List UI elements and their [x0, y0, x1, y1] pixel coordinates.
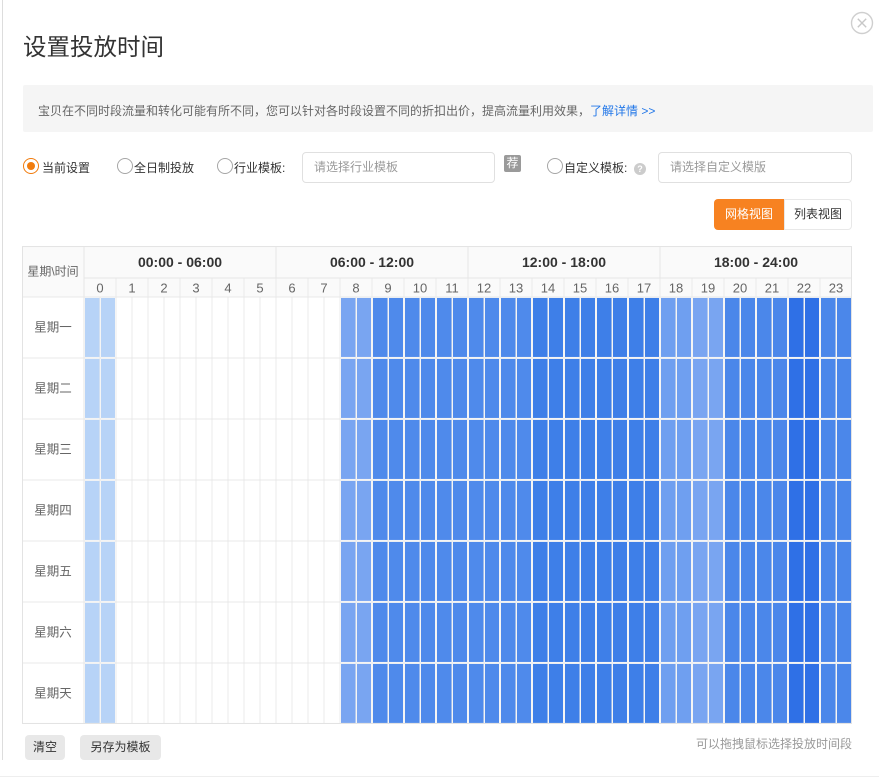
- svg-text:0: 0: [96, 281, 103, 296]
- svg-text:星期六: 星期六: [34, 625, 72, 639]
- svg-text:星期五: 星期五: [34, 564, 72, 578]
- svg-text:19: 19: [701, 281, 715, 296]
- svg-text:星期四: 星期四: [34, 503, 72, 517]
- svg-text:11: 11: [445, 281, 459, 296]
- svg-text:23: 23: [829, 281, 843, 296]
- svg-text:14: 14: [541, 281, 555, 296]
- svg-text:4: 4: [224, 281, 231, 296]
- svg-text:17: 17: [637, 281, 651, 296]
- svg-text:18: 18: [669, 281, 683, 296]
- svg-text:00:00 - 06:00: 00:00 - 06:00: [138, 254, 222, 270]
- svg-text:10: 10: [413, 281, 427, 296]
- svg-text:6: 6: [288, 281, 295, 296]
- svg-text:20: 20: [733, 281, 747, 296]
- svg-text:8: 8: [352, 281, 359, 296]
- svg-text:5: 5: [256, 281, 263, 296]
- svg-text:18:00 - 24:00: 18:00 - 24:00: [714, 254, 798, 270]
- svg-text:1: 1: [128, 281, 135, 296]
- svg-text:星期\时间: 星期\时间: [27, 265, 78, 279]
- svg-text:7: 7: [320, 281, 327, 296]
- svg-text:星期三: 星期三: [34, 442, 72, 456]
- svg-text:3: 3: [192, 281, 199, 296]
- svg-text:22: 22: [797, 281, 811, 296]
- svg-text:9: 9: [384, 281, 391, 296]
- svg-text:星期二: 星期二: [34, 381, 72, 395]
- svg-text:21: 21: [765, 281, 779, 296]
- svg-text:06:00 - 12:00: 06:00 - 12:00: [330, 254, 414, 270]
- svg-text:12:00 - 18:00: 12:00 - 18:00: [522, 254, 606, 270]
- svg-text:16: 16: [605, 281, 619, 296]
- svg-text:星期一: 星期一: [34, 320, 72, 334]
- svg-text:15: 15: [573, 281, 587, 296]
- svg-text:12: 12: [477, 281, 491, 296]
- svg-text:2: 2: [160, 281, 167, 296]
- svg-text:13: 13: [509, 281, 523, 296]
- svg-text:星期天: 星期天: [34, 686, 72, 700]
